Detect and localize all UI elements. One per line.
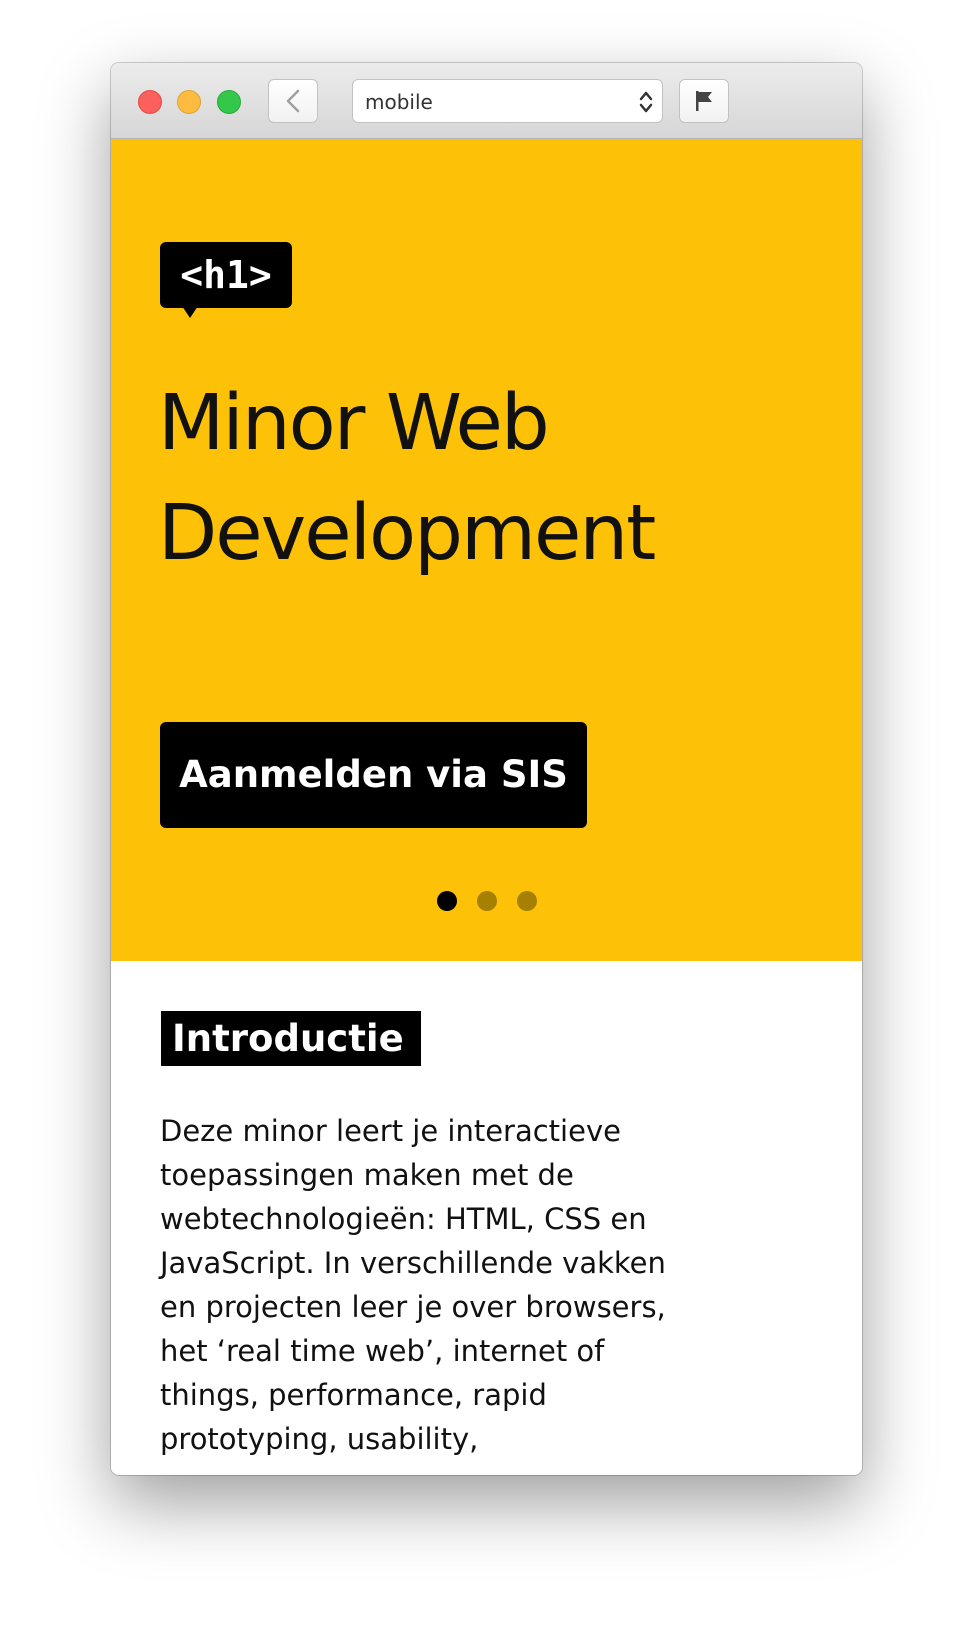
carousel-dot-3[interactable]: [517, 891, 537, 911]
intro-heading: Introductie: [161, 1011, 421, 1066]
back-button[interactable]: [268, 79, 318, 123]
hero-title: Minor Web Development: [158, 379, 656, 578]
device-select-value: mobile: [365, 90, 433, 114]
carousel-dot-1[interactable]: [437, 891, 457, 911]
maximize-window-button[interactable]: [217, 90, 241, 114]
carousel-dot-2[interactable]: [477, 891, 497, 911]
flag-button[interactable]: [679, 79, 729, 123]
aanmelden-button[interactable]: Aanmelden via SIS: [160, 722, 587, 828]
select-arrows-icon: [639, 91, 653, 113]
intro-text: Deze minor leert je interactieve toepass…: [160, 1114, 666, 1456]
minimize-window-button[interactable]: [177, 90, 201, 114]
hero-section: <h1> Minor Web Development Aanmelden via…: [111, 139, 862, 961]
back-chevron-icon: [286, 89, 300, 113]
page-viewport[interactable]: <h1> Minor Web Development Aanmelden via…: [111, 139, 862, 1475]
flag-icon: [696, 91, 712, 111]
h1-badge-logo: <h1>: [160, 242, 292, 318]
browser-window: mobile <h1> Minor Web Development Aanmel…: [111, 63, 862, 1475]
close-window-button[interactable]: [138, 90, 162, 114]
device-select[interactable]: mobile: [352, 79, 663, 123]
browser-toolbar: mobile: [111, 63, 862, 139]
